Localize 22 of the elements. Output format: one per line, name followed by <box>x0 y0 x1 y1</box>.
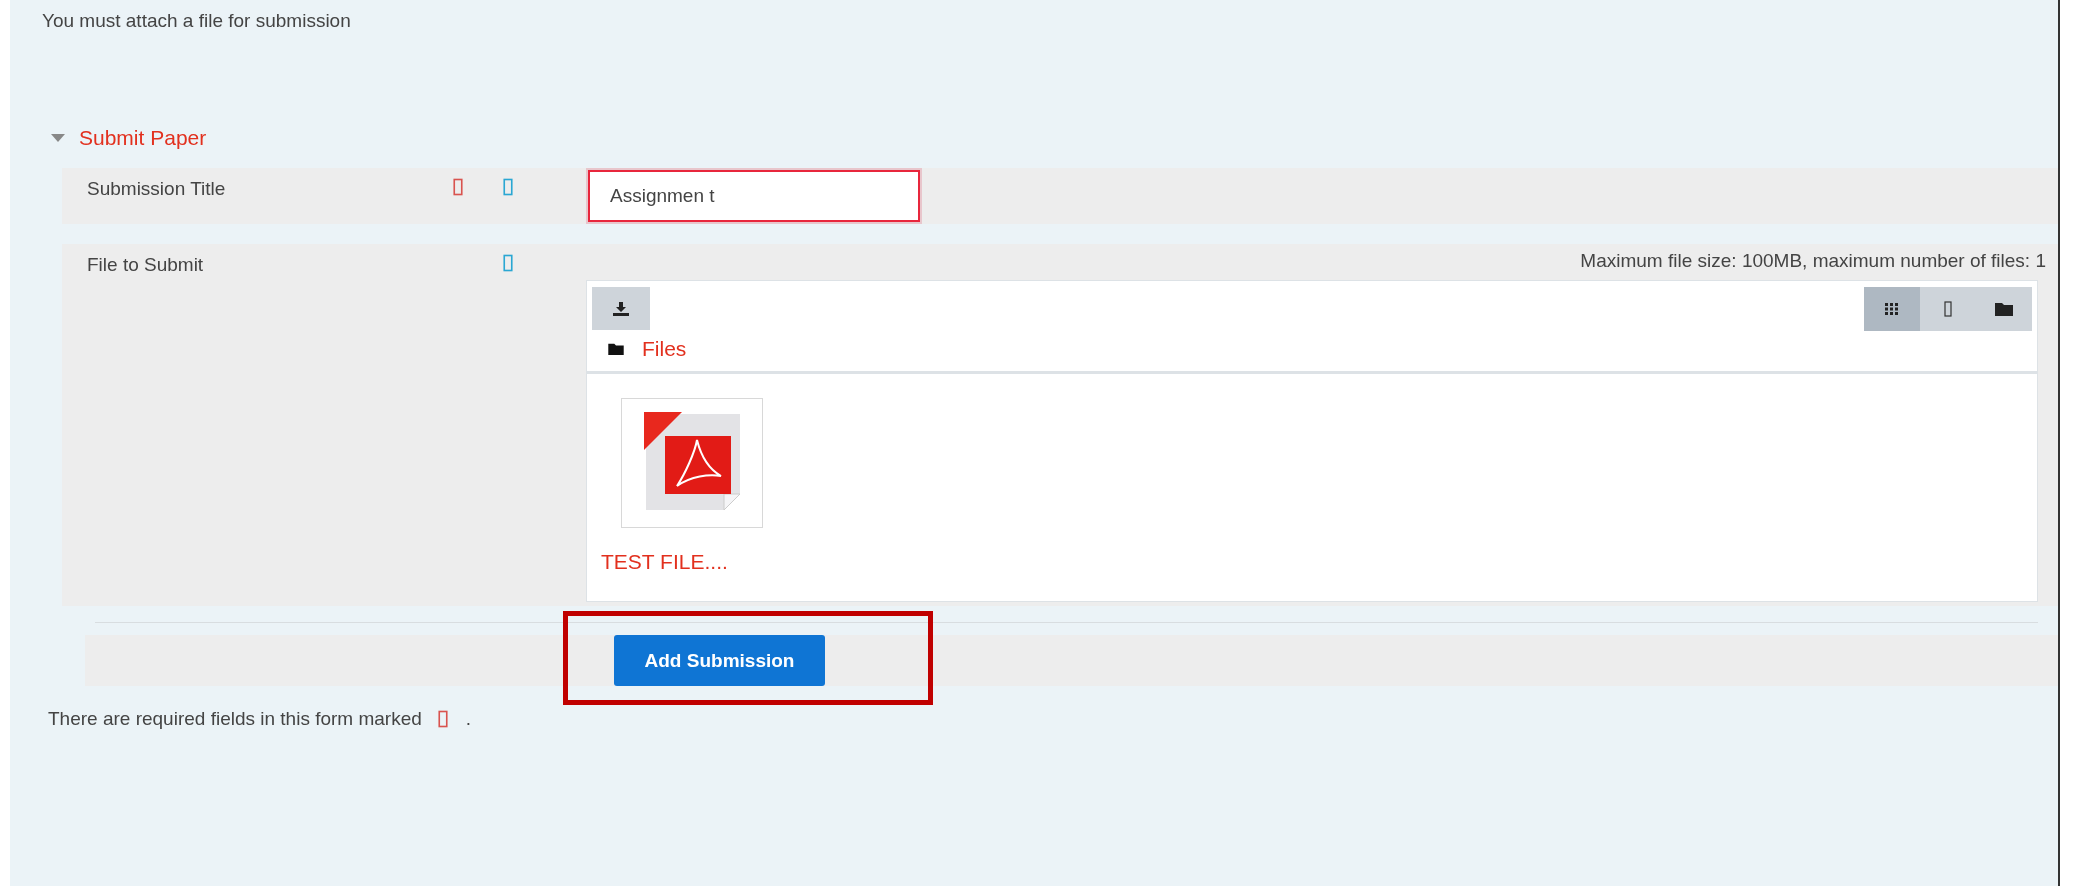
path-link[interactable]: Files <box>642 337 687 361</box>
tree-view-button[interactable] <box>1976 287 2032 331</box>
section-title[interactable]: Submit Paper <box>79 126 207 150</box>
add-submission-button[interactable]: Add Submission <box>614 635 825 686</box>
download-button[interactable] <box>592 287 650 330</box>
missing-glyph-icon <box>1944 301 1952 317</box>
title-input[interactable]: Assignmen t <box>588 170 920 222</box>
required-icon <box>437 710 448 728</box>
download-icon <box>613 301 629 316</box>
file-name-link[interactable]: TEST FILE.... <box>601 550 728 574</box>
field-label: File to Submit <box>87 254 205 276</box>
footer-period: . <box>465 708 472 730</box>
footer-text: There are required fields in this form marked <box>48 708 422 730</box>
file-limits-text: Maximum file size: 100MB, maximum number of files: 1 <box>1579 249 2046 273</box>
grid-icon <box>1885 303 1899 315</box>
folder-icon <box>608 343 624 355</box>
icons-view-button[interactable] <box>1864 287 1920 331</box>
field-label: Submission Title <box>87 178 227 200</box>
notice-text: You must attach a file for submission <box>41 9 352 33</box>
caret-icon[interactable] <box>51 134 65 142</box>
folder-icon <box>1995 302 2013 316</box>
file-thumbnail[interactable] <box>621 398 763 528</box>
